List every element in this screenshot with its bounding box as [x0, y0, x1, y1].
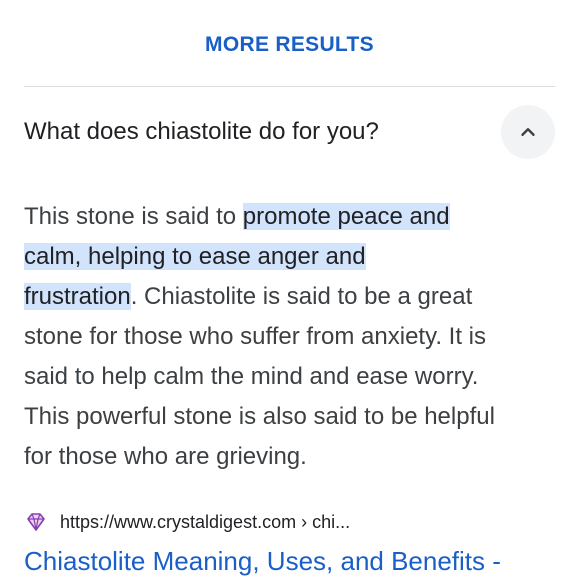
answer-text: . Chiastolite is said to be a great — [130, 283, 473, 310]
answer-line: calm, helping to ease anger and — [24, 237, 559, 277]
answer-line: frustration. Chiastolite is said to be a… — [24, 277, 559, 317]
highlighted-text: promote peace and — [242, 203, 450, 230]
answer-line: for those who are grieving. — [24, 443, 307, 470]
answer-line: This powerful stone is also said to be h… — [24, 403, 495, 430]
answer-line: said to help calm the mind and ease worr… — [24, 363, 479, 390]
more-results-button[interactable]: MORE RESULTS — [0, 30, 579, 60]
divider — [24, 86, 555, 87]
highlighted-text: frustration — [24, 283, 131, 310]
result-title-link[interactable]: Chiastolite Meaning, Uses, and Benefits … — [24, 546, 501, 577]
source-row[interactable]: https://www.crystaldigest.com › chi... — [24, 508, 350, 536]
question-row[interactable]: What does chiastolite do for you? — [24, 104, 555, 160]
question-text: What does chiastolite do for you? — [24, 118, 379, 145]
answer-line: stone for those who suffer from anxiety.… — [24, 323, 486, 350]
answer-paragraph: This stone is said to promote peace and … — [24, 197, 559, 477]
diamond-icon — [27, 513, 45, 531]
collapse-button[interactable] — [501, 105, 555, 159]
source-url[interactable]: https://www.crystaldigest.com › chi... — [60, 512, 350, 533]
answer-text: This stone is said to — [24, 203, 243, 230]
answer-line: This stone is said to promote peace and — [24, 197, 559, 237]
chevron-up-icon — [521, 128, 535, 136]
highlighted-text: calm, helping to ease anger and — [24, 243, 366, 270]
